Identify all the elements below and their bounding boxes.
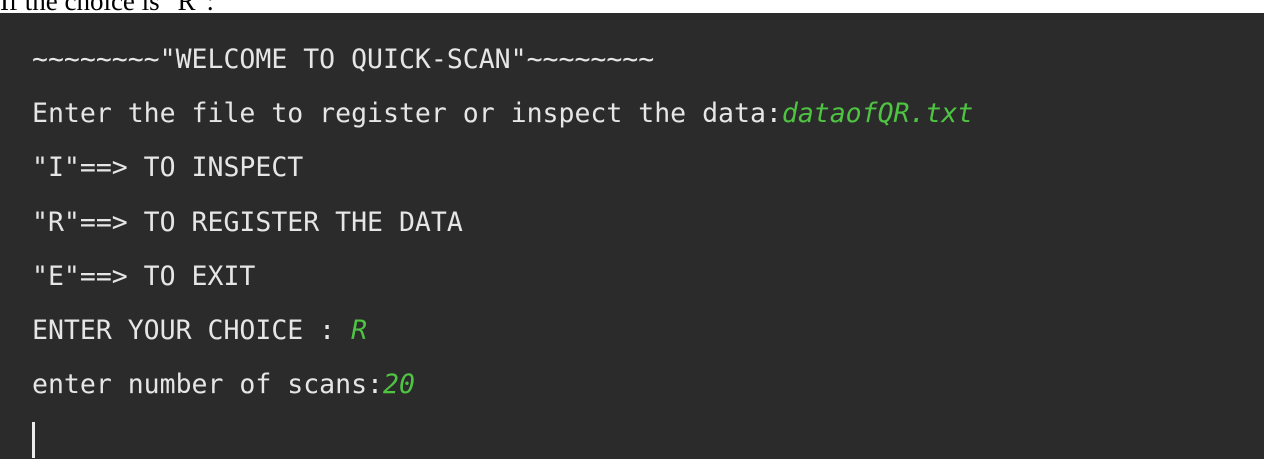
menu-option-register: "R"==> TO REGISTER THE DATA: [32, 206, 463, 238]
file-input-value: dataofQR.txt: [781, 98, 974, 130]
scans-input-value: 20: [383, 369, 415, 401]
file-prompt-label: Enter the file to register or inspect th…: [32, 98, 782, 130]
text-cursor[interactable]: [32, 421, 35, 458]
choice-input-value: R: [351, 314, 368, 346]
menu-option-exit: "E"==> TO EXIT: [32, 260, 256, 292]
scans-prompt-line: enter number of scans:20: [32, 358, 1232, 412]
choice-prompt-line: ENTER YOUR CHOICE : R: [32, 304, 1232, 358]
choice-prompt-label: ENTER YOUR CHOICE :: [32, 314, 352, 346]
menu-option-inspect: "I"==> TO INSPECT: [32, 152, 304, 184]
file-prompt-line: Enter the file to register or inspect th…: [32, 87, 1232, 141]
scans-prompt-label: enter number of scans:: [32, 369, 383, 401]
terminal-console[interactable]: ~~~~~~~~"WELCOME TO QUICK-SCAN"~~~~~~~~ …: [0, 13, 1264, 459]
welcome-banner: ~~~~~~~~"WELCOME TO QUICK-SCAN"~~~~~~~~: [32, 44, 655, 75]
input-line[interactable]: [32, 412, 1232, 466]
